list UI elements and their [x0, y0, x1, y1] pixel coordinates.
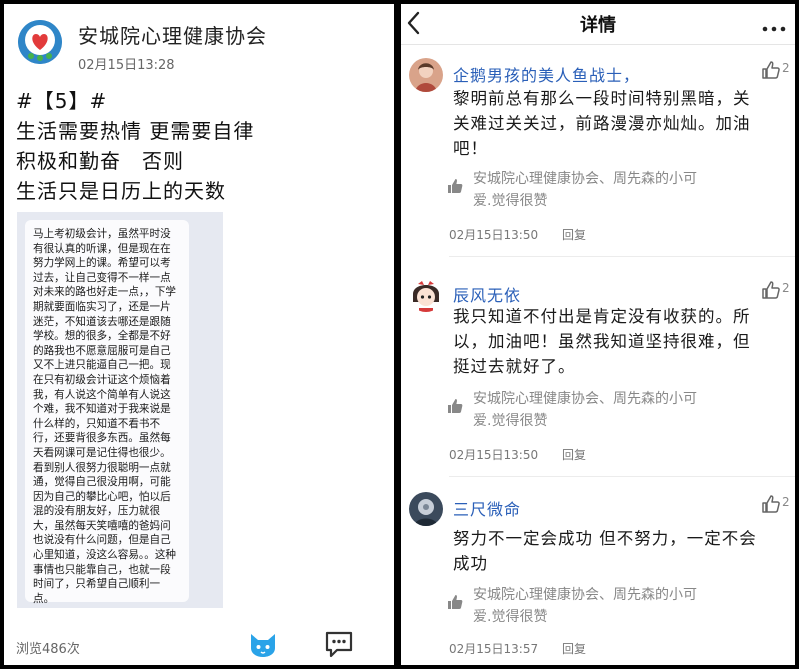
post-timestamp: 02月15日13:28 [78, 58, 175, 73]
divider [449, 476, 795, 477]
thumbs-up-icon [762, 281, 780, 299]
likers-text: 安城院心理健康协会、周先森的小可 爱.觉得很赞 [473, 584, 773, 628]
avatar[interactable] [409, 58, 443, 92]
post-panel: 安城院心理健康协会 02月15日13:28 #【5】# 生活需要热情 更需要自律… [4, 4, 394, 665]
likers-line: 安城院心理健康协会、周先森的小可 [473, 171, 697, 187]
likers-line: 爱.觉得很赞 [473, 193, 548, 209]
comment-item: 三尺微命 2 努力不一定会成功 但不努力，一定不会 成功 安城院心理健康协会、周… [401, 492, 795, 664]
post-line: 积极和勤奋 否则 [16, 149, 184, 173]
like-button[interactable]: 2 [761, 494, 795, 516]
note-text: 马上考初级会计，虽然平时没有很认真的听课，但是现在在努力学网上的课。希望可以考过… [25, 220, 189, 605]
detail-topbar: 详情 [401, 4, 795, 44]
association-logo-avatar[interactable] [18, 20, 62, 64]
post-line: 生活只是日历上的天数 [16, 179, 226, 203]
reply-link[interactable]: 回复 [562, 228, 586, 242]
likers-line: 爱.觉得很赞 [473, 413, 548, 429]
divider [449, 256, 795, 257]
like-button[interactable]: 2 [761, 60, 795, 82]
likers-text: 安城院心理健康协会、周先森的小可 爱.觉得很赞 [473, 168, 773, 212]
thumbs-up-icon [448, 595, 463, 609]
comment-timestamp: 02月15日13:50 [449, 228, 539, 242]
thumbs-up-icon [448, 179, 463, 193]
like-count: 2 [782, 61, 790, 75]
comment-author-name[interactable]: 企鹅男孩的美人鱼战士， [453, 62, 640, 86]
likers-line: 爱.觉得很赞 [473, 609, 548, 625]
comment-meta: 02月15日13:50 回复 [449, 226, 586, 243]
divider [401, 44, 795, 45]
cat-icon[interactable] [248, 632, 278, 658]
comment-meta: 02月15日13:50 回复 [449, 446, 586, 463]
thumbs-up-icon [762, 61, 780, 79]
like-count: 2 [782, 281, 790, 295]
avatar[interactable] [409, 278, 443, 312]
comment-item: 辰风无依 2 我只知道不付出是肯定没有收获的。所 以，加油吧！虽然我知道坚持很难… [401, 278, 795, 478]
likers-line: 安城院心理健康协会、周先森的小可 [473, 391, 697, 407]
like-count: 2 [782, 495, 790, 509]
like-button[interactable]: 2 [761, 280, 795, 302]
comment-text: 努力不一定会成功 但不努力，一定不会 成功 [453, 526, 789, 576]
comment-line: 吧！ [453, 139, 488, 158]
reply-link[interactable]: 回复 [562, 448, 586, 462]
post-image-screenshot[interactable]: 马上考初级会计，虽然平时没有很认真的听课，但是现在在努力学网上的课。希望可以考过… [17, 212, 223, 608]
comment-bubble-icon[interactable] [324, 630, 354, 658]
post-author-name[interactable]: 安城院心理健康协会 [78, 20, 267, 49]
likers-text: 安城院心理健康协会、周先森的小可 爱.觉得很赞 [473, 388, 773, 432]
avatar[interactable] [409, 492, 443, 526]
comment-line: 黎明前总有那么一段时间特别黑暗，关 [453, 89, 751, 108]
comment-line: 以，加油吧！虽然我知道坚持很难，但 [453, 332, 751, 351]
comments-panel: 详情 企鹅男孩的美人鱼战士， 2 黎明前总有那么一段时间特别黑暗，关 关难过关关… [401, 4, 795, 665]
comment-author-name[interactable]: 辰风无依 [453, 282, 521, 306]
comment-line: 关难过关关过，前路漫漫亦灿灿。加油 [453, 114, 751, 133]
comment-text: 我只知道不付出是肯定没有收获的。所 以，加油吧！虽然我知道坚持很难，但 挺过去就… [453, 304, 789, 379]
page-title: 详情 [580, 15, 616, 36]
comment-timestamp: 02月15日13:57 [449, 642, 539, 656]
post-header: 安城院心理健康协会 02月15日13:28 [14, 14, 384, 73]
comment-line: 挺过去就好了。 [453, 357, 576, 376]
thumbs-up-icon [762, 495, 780, 513]
thumbs-up-icon [448, 399, 463, 413]
likers-line: 安城院心理健康协会、周先森的小可 [473, 587, 697, 603]
comment-line: 成功 [453, 554, 488, 573]
comment-meta: 02月15日13:57 回复 [449, 640, 586, 657]
reply-link[interactable]: 回复 [562, 642, 586, 656]
comment-timestamp: 02月15日13:50 [449, 448, 539, 462]
post-line: 生活需要热情 更需要自律 [16, 119, 255, 143]
comment-line: 我只知道不付出是肯定没有收获的。所 [453, 307, 751, 326]
comment-text: 黎明前总有那么一段时间特别黑暗，关 关难过关关过，前路漫漫亦灿灿。加油 吧！ [453, 86, 789, 161]
comment-item: 企鹅男孩的美人鱼战士， 2 黎明前总有那么一段时间特别黑暗，关 关难过关关过，前… [401, 58, 795, 258]
post-text: #【5】# 生活需要热情 更需要自律 积极和勤奋 否则 生活只是日历上的天数 [16, 86, 386, 206]
more-dots-icon[interactable] [761, 18, 787, 32]
post-line[interactable]: #【5】# [16, 86, 386, 116]
comment-author-name[interactable]: 三尺微命 [453, 496, 521, 520]
comment-line: 努力不一定会成功 但不努力，一定不会 [453, 529, 757, 548]
view-count: 浏览486次 [16, 642, 80, 657]
